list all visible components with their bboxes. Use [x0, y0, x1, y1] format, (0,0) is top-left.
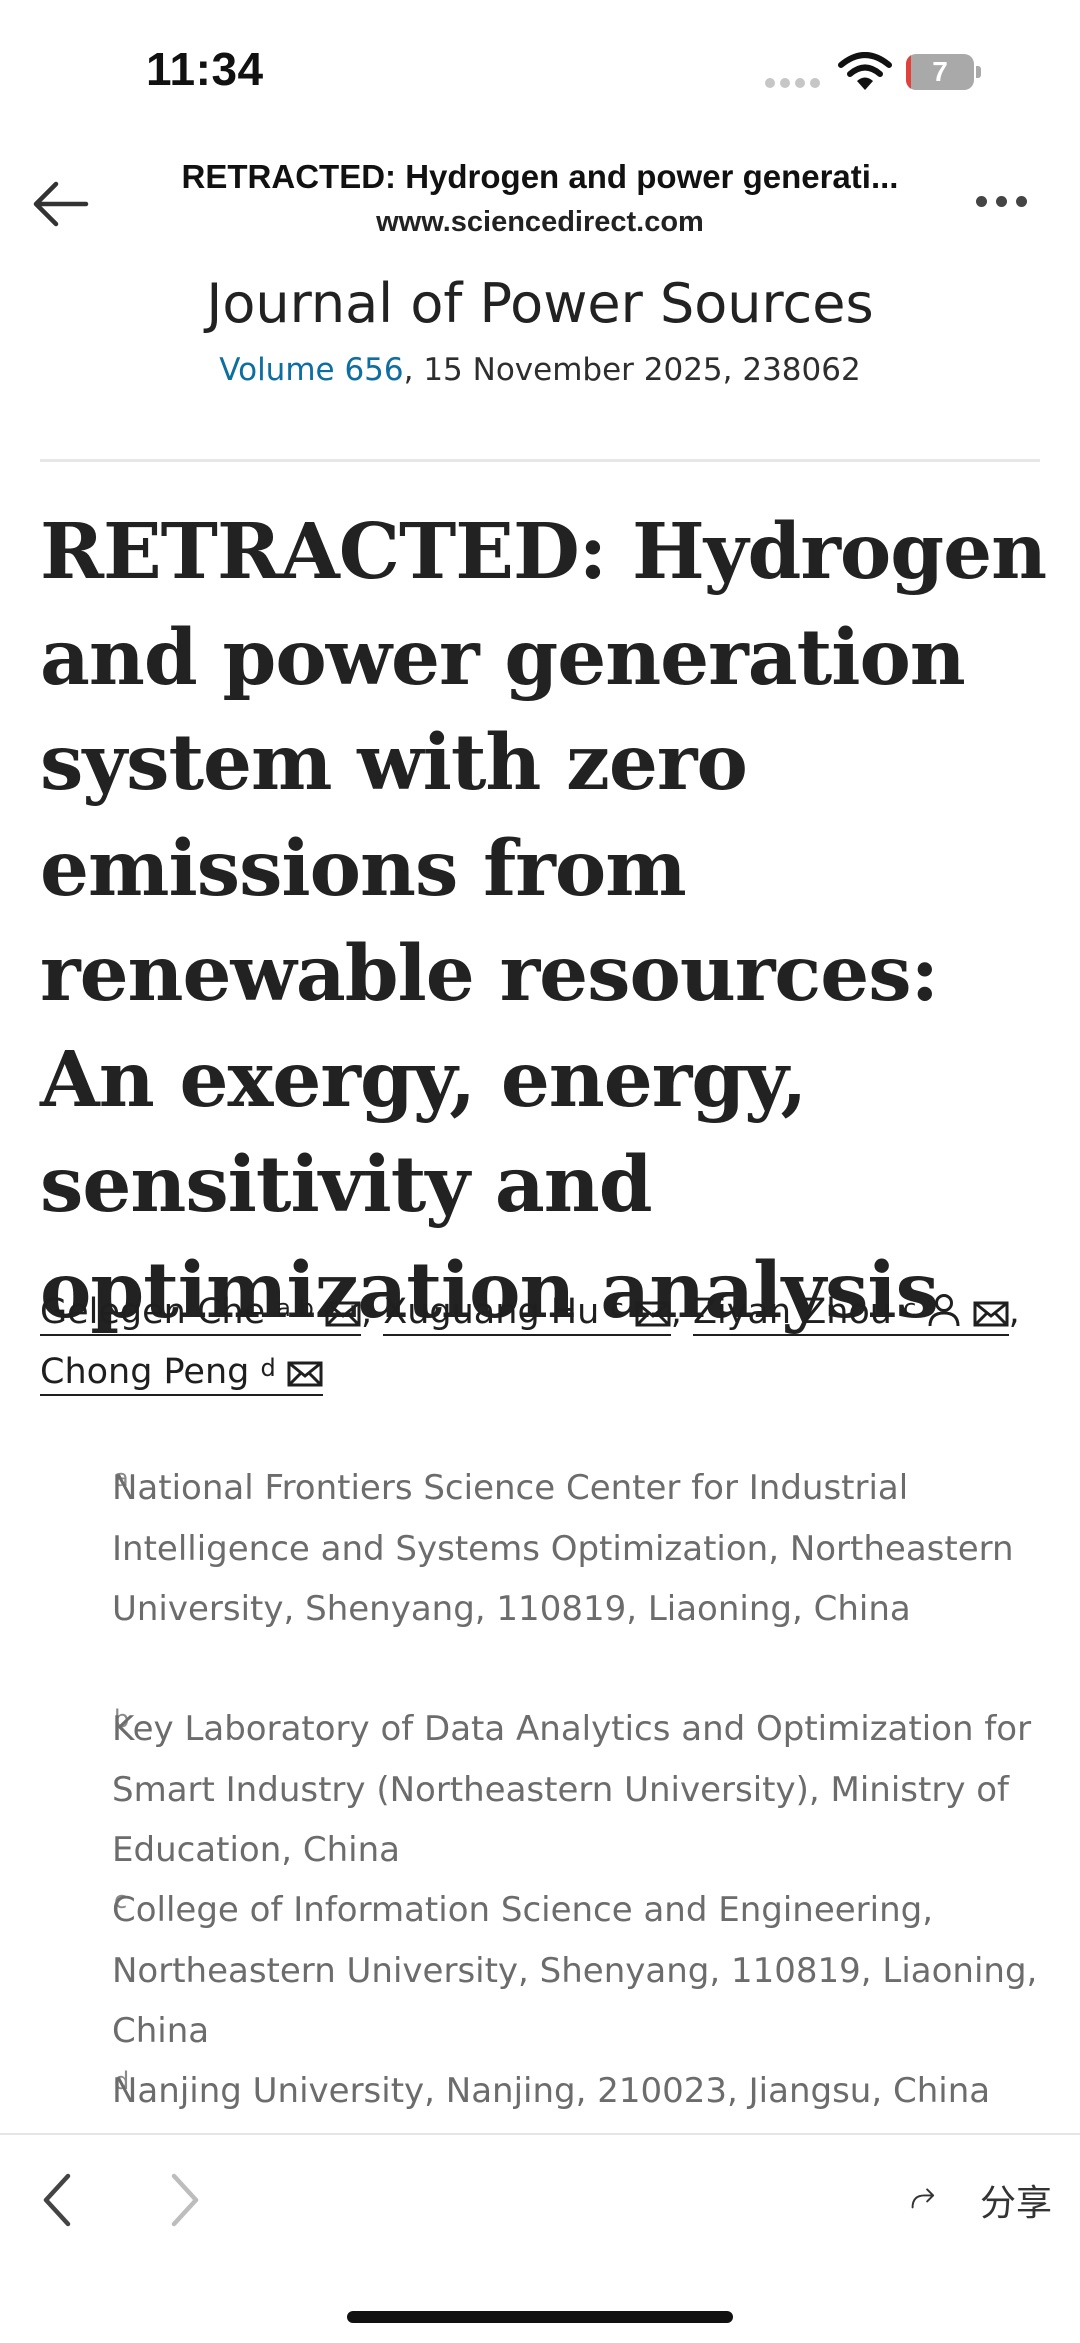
home-indicator[interactable]	[347, 2311, 733, 2323]
share-arrow-icon[interactable]	[910, 2170, 970, 2226]
author-list: Gelegen Che a b , Xuguang Hu c , Ziyan Z…	[40, 1282, 1050, 1402]
author-ziyan-zhou[interactable]: Ziyan Zhou c	[693, 1292, 1009, 1336]
affiliation-text: Nanjing University, Nanjing, 210023, Jia…	[112, 2071, 991, 2111]
author-gelegen-che[interactable]: Gelegen Che a b	[40, 1292, 361, 1336]
author-xuguang-hu[interactable]: Xuguang Hu c	[383, 1292, 671, 1336]
battery-icon: 7	[906, 54, 982, 92]
header-divider	[40, 459, 1040, 462]
share-button[interactable]: 分享	[980, 2174, 1052, 2226]
status-time: 11:34	[146, 43, 264, 95]
article-title: RETRACTED: Hydrogen and power generation…	[40, 507, 1047, 1336]
email-icon	[973, 1301, 1009, 1327]
affiliation-text: National Frontiers Science Center for In…	[112, 1468, 1014, 1629]
journal-name[interactable]: Journal of Power Sources	[0, 272, 1080, 335]
person-icon	[928, 1294, 960, 1327]
more-horizontal-icon[interactable]	[972, 196, 1032, 212]
toolbar-divider	[0, 2133, 1080, 2135]
wifi-icon	[838, 52, 892, 90]
page-title: RETRACTED: Hydrogen and power generati..…	[181, 158, 899, 195]
chevron-right-icon[interactable]	[164, 2172, 204, 2228]
journal-volume-line: Volume 656, 15 November 2025, 238062	[0, 352, 1080, 388]
chevron-left-icon[interactable]	[38, 2172, 78, 2228]
battery-level: 7	[932, 56, 948, 87]
publication-date-id: , 15 November 2025, 238062	[403, 352, 861, 388]
email-icon	[635, 1301, 671, 1327]
volume-link[interactable]: Volume 656	[219, 352, 403, 388]
author-chong-peng[interactable]: Chong Peng d	[40, 1352, 323, 1396]
arrow-left-icon[interactable]	[30, 178, 90, 230]
affiliation-text: Key Laboratory of Data Analytics and Opt…	[112, 1709, 1032, 1870]
cellular-signal-icon	[765, 78, 825, 92]
page-url: www.sciencedirect.com	[376, 206, 704, 238]
email-icon	[325, 1301, 361, 1327]
affiliation-text: College of Information Science and Engin…	[112, 1890, 1038, 2051]
email-icon	[287, 1361, 323, 1387]
